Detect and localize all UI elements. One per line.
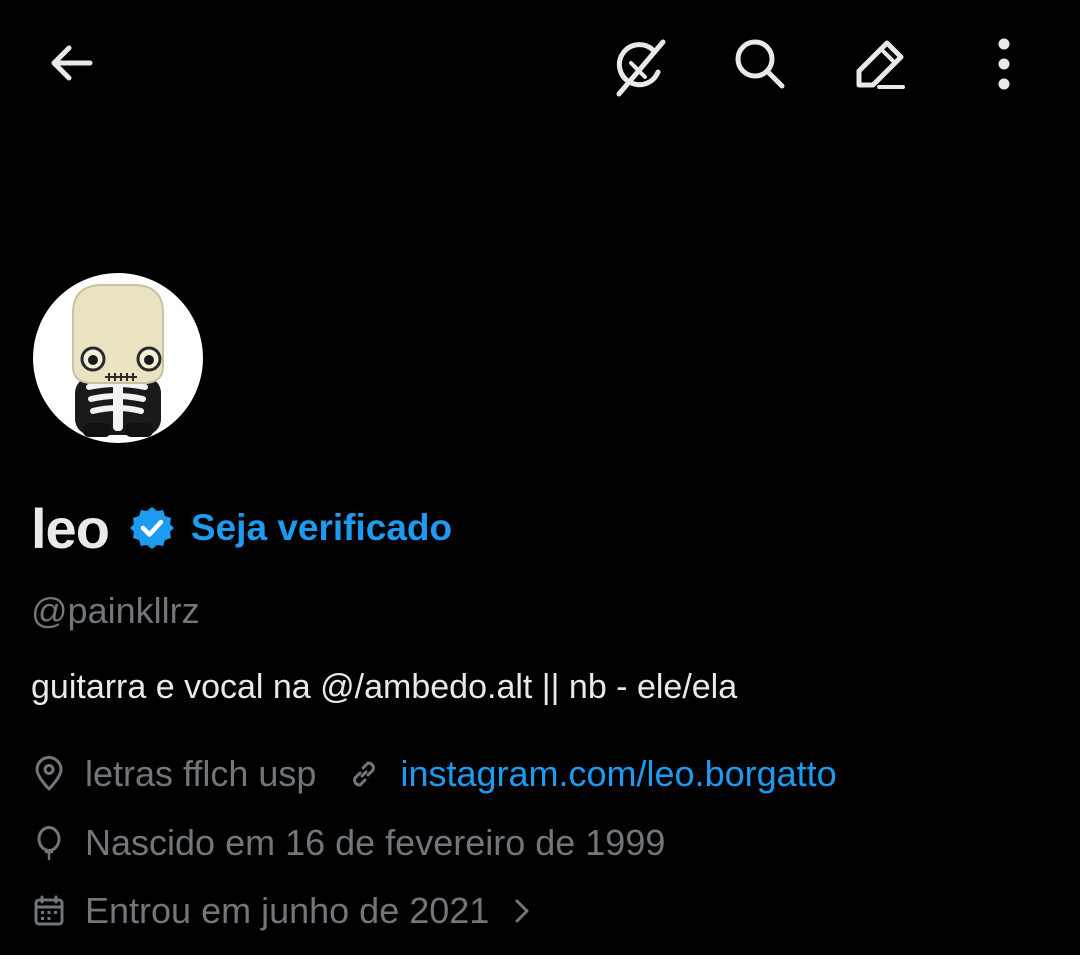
link-icon bbox=[346, 756, 382, 792]
location-text: letras fflch usp bbox=[85, 753, 317, 794]
calendar-icon bbox=[31, 893, 67, 929]
avatar-figure-image bbox=[72, 284, 164, 437]
website-link[interactable]: instagram.com/leo.borgatto bbox=[346, 753, 837, 795]
top-toolbar bbox=[0, 0, 1080, 130]
joined-row[interactable]: Entrou em junho de 2021 bbox=[31, 886, 535, 936]
profile-bio: guitarra e vocal na @/ambedo.alt || nb -… bbox=[31, 668, 738, 706]
location-website-row: letras fflch usp instagram.com/leo.borga… bbox=[31, 749, 837, 799]
edit-profile-button[interactable] bbox=[840, 24, 920, 104]
get-verified-link[interactable]: Seja verificado bbox=[191, 507, 452, 549]
joined-text: Entrou em junho de 2021 bbox=[85, 890, 490, 931]
birth-row: Nascido em 16 de fevereiro de 1999 bbox=[31, 818, 665, 868]
more-vertical-icon bbox=[998, 38, 1010, 90]
arrow-left-icon bbox=[51, 45, 93, 81]
grok-icon bbox=[616, 39, 666, 97]
display-name: leo bbox=[31, 496, 110, 560]
birth-text: Nascido em 16 de fevereiro de 1999 bbox=[85, 822, 666, 863]
profile-handle: @painkllrz bbox=[31, 590, 200, 631]
back-button[interactable] bbox=[31, 23, 111, 103]
more-options-button[interactable] bbox=[964, 24, 1044, 104]
search-icon bbox=[735, 39, 785, 89]
avatar[interactable] bbox=[31, 271, 205, 445]
grok-button[interactable] bbox=[600, 27, 680, 107]
website-link-text[interactable]: instagram.com/leo.borgatto bbox=[400, 753, 836, 795]
chevron-right-icon[interactable] bbox=[509, 893, 535, 929]
verified-badge-icon bbox=[129, 505, 175, 551]
balloon-icon bbox=[31, 825, 67, 861]
search-button[interactable] bbox=[720, 24, 800, 104]
name-row: leo Seja verificado bbox=[31, 492, 452, 564]
edit-pencil-icon bbox=[856, 40, 905, 89]
location-pin-icon bbox=[31, 756, 67, 792]
